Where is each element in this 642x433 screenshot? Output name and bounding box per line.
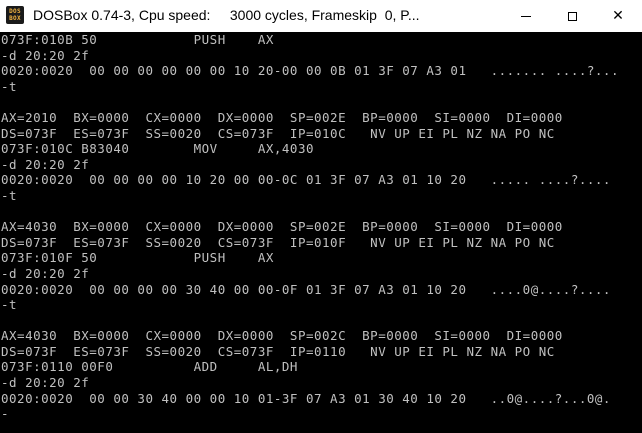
console-line: -t [1,187,18,203]
console-line: -d 20:20 2f [1,265,90,281]
console-line: 073F:010B 50 PUSH AX [1,32,274,47]
console-line: -d 20:20 2f [1,375,90,391]
console-line: AX=4030 BX=0000 CX=0000 DX=0000 SP=002C … [1,328,563,344]
console-line: -t [1,78,18,94]
close-icon: ✕ [612,8,624,24]
maximize-icon [567,11,577,21]
icon-text-top: DOS [9,8,21,15]
close-button[interactable]: ✕ [595,0,641,32]
console-line: - [1,406,10,422]
console-line: -d 20:20 2f [1,47,90,63]
console-line: AX=2010 BX=0000 CX=0000 DX=0000 SP=002E … [1,109,563,125]
console-output: 073F:010B 50 PUSH AX -d 20:20 2f 0020:0020… [0,32,642,422]
console-line: DS=073F ES=073F SS=0020 CS=073F IP=010C … [1,125,555,141]
console-line: 0020:0020 00 00 30 40 00 00 10 01-3F 07 … [1,390,611,406]
window-title: DOSBox 0.74-3, Cpu speed: 3000 cycles, F… [33,7,420,23]
icon-text-bottom: BOX [9,15,21,22]
console-line: -t [1,297,18,313]
console-line: 073F:0110 00F0 ADD AL,DH [1,359,298,375]
console-line: 0020:0020 00 00 00 00 10 20 00 00-0C 01 … [1,172,611,188]
dosbox-window: DOS BOX DOSBox 0.74-3, Cpu speed: 3000 c… [0,0,642,433]
console-line: DS=073F ES=073F SS=0020 CS=073F IP=010F … [1,234,555,250]
console-line: DS=073F ES=073F SS=0020 CS=073F IP=0110 … [1,343,555,359]
console-line: 073F:010F 50 PUSH AX [1,250,274,266]
minimize-button[interactable] [503,0,549,32]
console-line: -d 20:20 2f [1,156,90,172]
minimize-icon [521,15,531,17]
console-line: AX=4030 BX=0000 CX=0000 DX=0000 SP=002E … [1,219,563,235]
maximize-button[interactable] [549,0,595,32]
console-line: 073F:010C B83040 MOV AX,4030 [1,141,314,157]
console-line: 0020:0020 00 00 00 00 30 40 00 00-0F 01 … [1,281,611,297]
dosbox-icon[interactable]: DOS BOX [6,6,24,24]
dos-console[interactable]: 073F:010B 50 PUSH AX -d 20:20 2f 0020:0020… [0,32,642,433]
title-bar[interactable]: DOS BOX DOSBox 0.74-3, Cpu speed: 3000 c… [0,0,642,32]
console-line: 0020:0020 00 00 00 00 00 00 10 20-00 00 … [1,63,619,79]
